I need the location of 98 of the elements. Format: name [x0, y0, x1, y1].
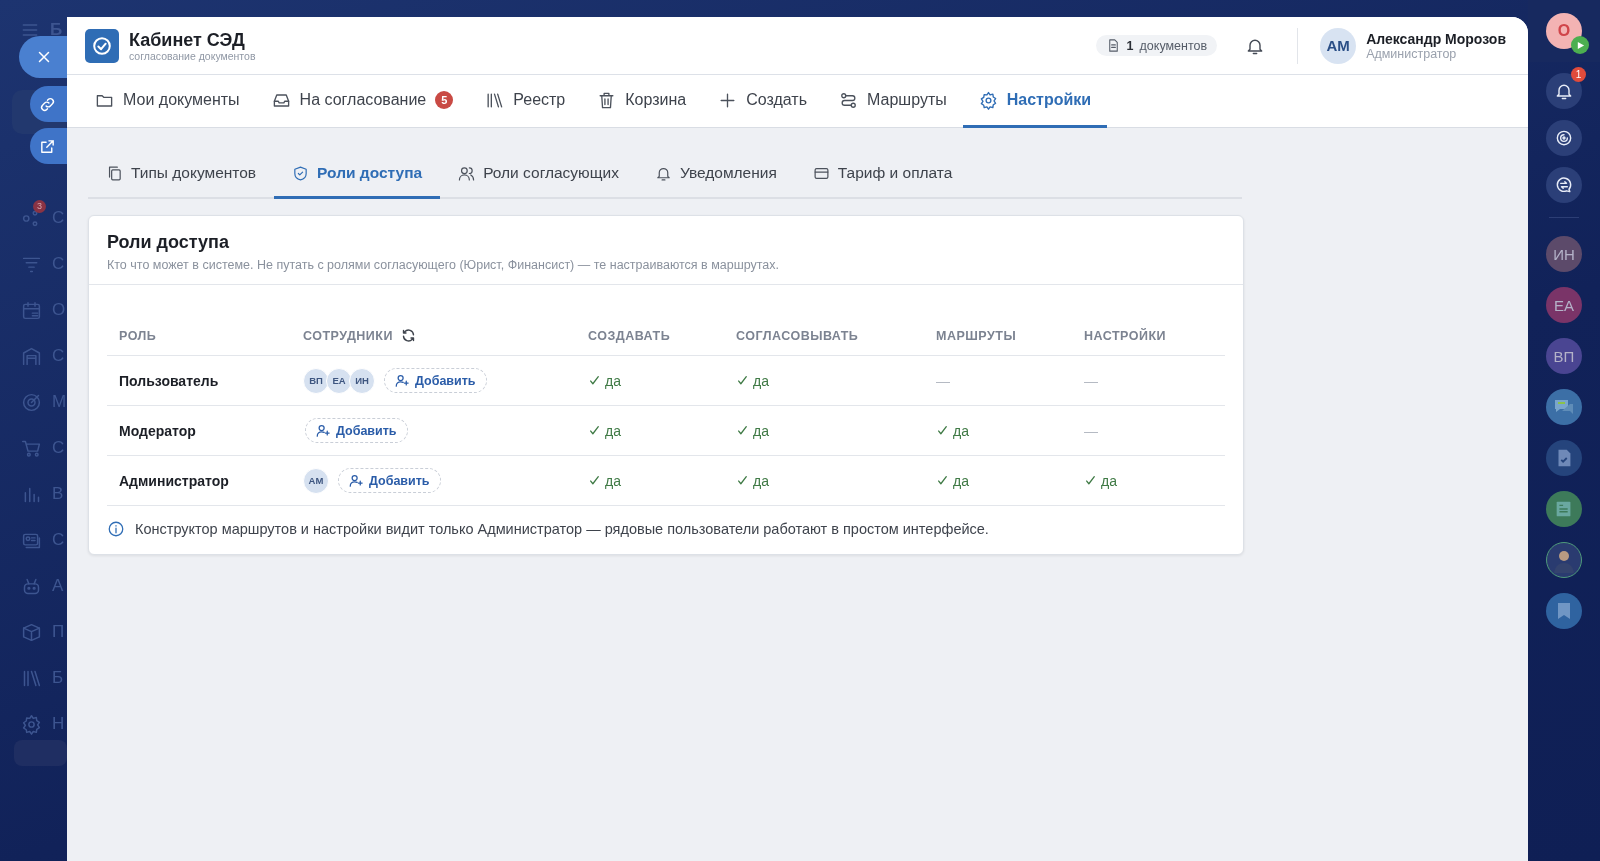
member-avatar[interactable]: ЕА: [326, 367, 352, 394]
column-header: РОЛЬ: [119, 329, 157, 343]
app-subtitle: согласование документов: [129, 49, 256, 62]
contact-avatar[interactable]: ИН: [1546, 236, 1582, 272]
column-header: СОЗДАВАТЬ: [588, 329, 671, 343]
check-icon: [736, 374, 749, 387]
sub-tab[interactable]: Тариф и оплата: [794, 150, 971, 199]
check-icon: [588, 474, 601, 487]
sidebar-icon[interactable]: [21, 391, 42, 413]
refresh-icon[interactable]: [400, 328, 416, 343]
count-badge: 1: [1571, 67, 1586, 82]
nav-tab[interactable]: Маршруты: [823, 75, 963, 128]
member-avatar[interactable]: АМ: [303, 467, 329, 494]
user-add-icon: [395, 373, 410, 388]
info-note: Конструктор маршрутов и настройки видит только Администратор — рядовые пользователи работают в простом интерфейсе.: [135, 521, 989, 537]
check-icon: [936, 474, 949, 487]
permission-value: —: [1084, 422, 1099, 439]
check-icon: [736, 424, 749, 437]
documents-chip[interactable]: 1 документов: [1095, 35, 1218, 56]
close-button[interactable]: [19, 36, 67, 78]
books-icon: [485, 90, 505, 110]
nav-tab[interactable]: Реестр: [469, 75, 582, 128]
documents-label: документов: [1139, 38, 1208, 53]
permission-value: да: [1084, 472, 1213, 489]
card-subtitle: Кто что может в системе. Не путать с ролями согласующего (Юрист, Финансист) — те настраиваются в маршрутах.: [107, 258, 781, 272]
add-member-button[interactable]: Добавить: [338, 468, 441, 493]
shield-icon: [292, 164, 310, 182]
sub-tab[interactable]: Типы документов: [88, 150, 275, 199]
info-icon: [107, 520, 125, 538]
settings-icon: [978, 90, 998, 110]
check-icon: [588, 424, 601, 437]
documents-count: 1: [1126, 38, 1134, 53]
permission-value: да: [736, 472, 912, 489]
user-add-icon: [349, 473, 364, 488]
bookmark-icon[interactable]: [1546, 593, 1582, 629]
user-name: Александр Морозов: [1366, 30, 1506, 47]
permission-value: —: [1084, 372, 1099, 389]
permission-value: да: [936, 472, 1060, 489]
sidebar-icon[interactable]: [21, 713, 42, 735]
permission-value: да: [736, 372, 912, 389]
permission-value: да: [588, 422, 712, 439]
add-member-button[interactable]: Добавить: [384, 368, 487, 393]
external-link-button[interactable]: [30, 128, 67, 164]
sidebar-icon[interactable]: [21, 345, 42, 367]
play-icon: [1571, 36, 1589, 54]
newspaper-icon[interactable]: [1546, 491, 1582, 527]
contact-avatar[interactable]: ВП: [1546, 338, 1582, 374]
member-avatar[interactable]: ВП: [303, 367, 329, 394]
app-title: Кабинет СЭД: [129, 29, 246, 50]
check-icon: [1084, 474, 1097, 487]
chat-arrows-icon: [1554, 175, 1574, 195]
sidebar-icon[interactable]: [21, 299, 42, 321]
permission-value: да: [588, 472, 712, 489]
nav-tab[interactable]: Создать: [702, 75, 824, 128]
column-header: СОТРУДНИКИ: [303, 328, 393, 343]
spiral-button[interactable]: [1546, 120, 1582, 156]
sub-tab[interactable]: Роли согласующих: [440, 150, 637, 199]
users-icon: [458, 164, 476, 182]
contact-avatar[interactable]: ЕА: [1546, 287, 1582, 323]
chat-app-icon[interactable]: [1546, 389, 1582, 425]
count-badge: 3: [33, 200, 46, 213]
sub-tab[interactable]: Роли доступа: [274, 150, 441, 199]
external-link-icon: [39, 137, 56, 155]
copy-icon: [106, 164, 123, 182]
role-name: Модератор: [119, 422, 196, 439]
nav-tab[interactable]: Корзина: [581, 75, 703, 128]
nav-tab[interactable]: Настройки: [962, 75, 1108, 128]
check-icon: [736, 474, 749, 487]
spiral-icon: [1554, 128, 1574, 148]
member-avatar[interactable]: ИН: [349, 367, 375, 394]
sidebar-icon[interactable]: [21, 621, 42, 643]
check-icon: [588, 374, 601, 387]
check-icon: [936, 424, 949, 437]
sub-tab[interactable]: Уведомления: [636, 150, 795, 199]
link-button[interactable]: [30, 86, 67, 122]
logo-icon: [85, 28, 119, 63]
permission-value: —: [936, 372, 951, 389]
user-role: Администратор: [1366, 46, 1457, 61]
permission-value: да: [736, 422, 912, 439]
chat-swap-button[interactable]: [1546, 167, 1582, 203]
link-icon: [39, 95, 56, 113]
nav-tab[interactable]: Мои документы: [79, 75, 256, 128]
user-add-icon: [316, 423, 331, 438]
add-member-button[interactable]: Добавить: [305, 418, 408, 443]
column-header: МАРШРУТЫ: [936, 329, 1017, 343]
role-name: Администратор: [119, 472, 229, 489]
user-silhouette-icon[interactable]: [1546, 542, 1582, 578]
nav-tab[interactable]: На согласование 5: [255, 75, 470, 128]
column-header: НАСТРОЙКИ: [1084, 329, 1167, 343]
column-header: СОГЛАСОВЫВАТЬ: [736, 329, 859, 343]
user-avatar[interactable]: АМ: [1320, 27, 1357, 64]
permission-value: да: [588, 372, 712, 389]
count-badge: 5: [435, 91, 454, 109]
document-check-icon[interactable]: [1546, 440, 1582, 476]
permission-value: да: [936, 422, 1060, 439]
card-title: Роли доступа: [107, 232, 230, 253]
route-icon: [839, 90, 859, 110]
role-name: Пользователь: [119, 372, 219, 389]
